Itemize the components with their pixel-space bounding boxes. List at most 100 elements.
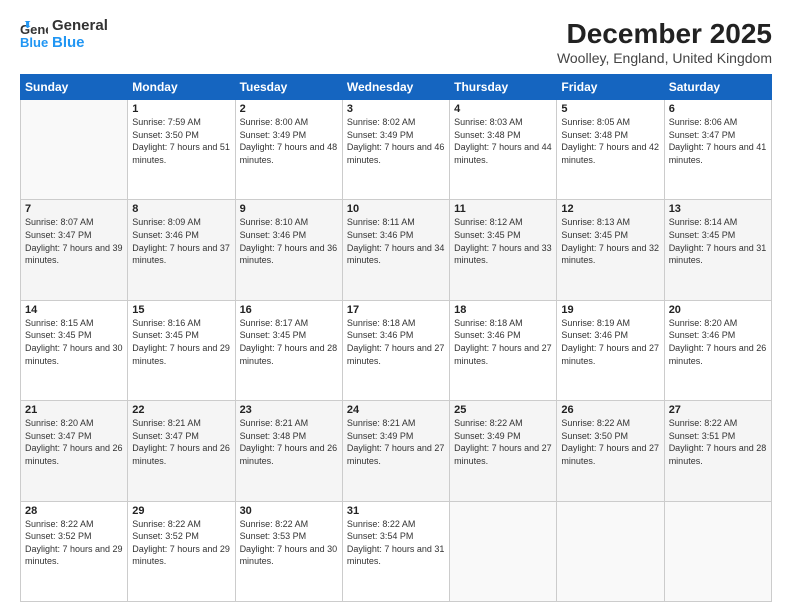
calendar-cell: 14Sunrise: 8:15 AMSunset: 3:45 PMDayligh…	[21, 300, 128, 400]
cell-info: Sunrise: 8:10 AMSunset: 3:46 PMDaylight:…	[240, 216, 338, 266]
day-number: 11	[454, 203, 552, 215]
day-number: 14	[25, 304, 123, 316]
header-day-sunday: Sunday	[21, 75, 128, 100]
cell-info: Sunrise: 8:14 AMSunset: 3:45 PMDaylight:…	[669, 216, 767, 266]
cell-info: Sunrise: 8:05 AMSunset: 3:48 PMDaylight:…	[561, 116, 659, 166]
cell-info: Sunrise: 8:03 AMSunset: 3:48 PMDaylight:…	[454, 116, 552, 166]
calendar-cell: 12Sunrise: 8:13 AMSunset: 3:45 PMDayligh…	[557, 200, 664, 300]
day-number: 1	[132, 103, 230, 115]
calendar-week-2: 14Sunrise: 8:15 AMSunset: 3:45 PMDayligh…	[21, 300, 772, 400]
calendar-week-1: 7Sunrise: 8:07 AMSunset: 3:47 PMDaylight…	[21, 200, 772, 300]
cell-info: Sunrise: 8:07 AMSunset: 3:47 PMDaylight:…	[25, 216, 123, 266]
cell-info: Sunrise: 8:02 AMSunset: 3:49 PMDaylight:…	[347, 116, 445, 166]
calendar-cell: 27Sunrise: 8:22 AMSunset: 3:51 PMDayligh…	[664, 401, 771, 501]
cell-info: Sunrise: 8:22 AMSunset: 3:50 PMDaylight:…	[561, 417, 659, 467]
calendar-cell: 5Sunrise: 8:05 AMSunset: 3:48 PMDaylight…	[557, 100, 664, 200]
logo: General Blue General Blue	[20, 18, 108, 51]
calendar-cell: 16Sunrise: 8:17 AMSunset: 3:45 PMDayligh…	[235, 300, 342, 400]
day-number: 3	[347, 103, 445, 115]
calendar-cell: 20Sunrise: 8:20 AMSunset: 3:46 PMDayligh…	[664, 300, 771, 400]
cell-info: Sunrise: 8:22 AMSunset: 3:52 PMDaylight:…	[25, 518, 123, 568]
calendar-cell: 7Sunrise: 8:07 AMSunset: 3:47 PMDaylight…	[21, 200, 128, 300]
calendar-table: SundayMondayTuesdayWednesdayThursdayFrid…	[20, 74, 772, 602]
calendar-cell: 1Sunrise: 7:59 AMSunset: 3:50 PMDaylight…	[128, 100, 235, 200]
calendar-cell: 26Sunrise: 8:22 AMSunset: 3:50 PMDayligh…	[557, 401, 664, 501]
day-number: 31	[347, 505, 445, 517]
main-title: December 2025	[557, 18, 772, 50]
cell-info: Sunrise: 8:21 AMSunset: 3:48 PMDaylight:…	[240, 417, 338, 467]
header-day-saturday: Saturday	[664, 75, 771, 100]
calendar-week-3: 21Sunrise: 8:20 AMSunset: 3:47 PMDayligh…	[21, 401, 772, 501]
cell-info: Sunrise: 8:18 AMSunset: 3:46 PMDaylight:…	[347, 317, 445, 367]
day-number: 17	[347, 304, 445, 316]
day-number: 24	[347, 404, 445, 416]
calendar-cell: 31Sunrise: 8:22 AMSunset: 3:54 PMDayligh…	[342, 501, 449, 601]
cell-info: Sunrise: 8:20 AMSunset: 3:47 PMDaylight:…	[25, 417, 123, 467]
calendar-cell: 25Sunrise: 8:22 AMSunset: 3:49 PMDayligh…	[450, 401, 557, 501]
header-day-thursday: Thursday	[450, 75, 557, 100]
calendar-cell: 10Sunrise: 8:11 AMSunset: 3:46 PMDayligh…	[342, 200, 449, 300]
cell-info: Sunrise: 8:17 AMSunset: 3:45 PMDaylight:…	[240, 317, 338, 367]
day-number: 23	[240, 404, 338, 416]
cell-info: Sunrise: 8:12 AMSunset: 3:45 PMDaylight:…	[454, 216, 552, 266]
day-number: 21	[25, 404, 123, 416]
logo-line2: Blue	[52, 35, 108, 52]
logo-icon: General Blue	[20, 21, 48, 49]
title-block: December 2025 Woolley, England, United K…	[557, 18, 772, 66]
calendar-cell: 21Sunrise: 8:20 AMSunset: 3:47 PMDayligh…	[21, 401, 128, 501]
calendar-cell: 24Sunrise: 8:21 AMSunset: 3:49 PMDayligh…	[342, 401, 449, 501]
day-number: 19	[561, 304, 659, 316]
calendar-cell: 28Sunrise: 8:22 AMSunset: 3:52 PMDayligh…	[21, 501, 128, 601]
subtitle: Woolley, England, United Kingdom	[557, 50, 772, 66]
day-number: 6	[669, 103, 767, 115]
day-number: 20	[669, 304, 767, 316]
calendar-cell	[664, 501, 771, 601]
calendar-cell: 13Sunrise: 8:14 AMSunset: 3:45 PMDayligh…	[664, 200, 771, 300]
day-number: 25	[454, 404, 552, 416]
calendar-cell	[21, 100, 128, 200]
calendar-cell: 2Sunrise: 8:00 AMSunset: 3:49 PMDaylight…	[235, 100, 342, 200]
calendar-cell: 8Sunrise: 8:09 AMSunset: 3:46 PMDaylight…	[128, 200, 235, 300]
calendar-cell: 6Sunrise: 8:06 AMSunset: 3:47 PMDaylight…	[664, 100, 771, 200]
page: General Blue General Blue December 2025 …	[0, 0, 792, 612]
cell-info: Sunrise: 8:06 AMSunset: 3:47 PMDaylight:…	[669, 116, 767, 166]
calendar-cell	[557, 501, 664, 601]
day-number: 13	[669, 203, 767, 215]
header-day-tuesday: Tuesday	[235, 75, 342, 100]
cell-info: Sunrise: 8:11 AMSunset: 3:46 PMDaylight:…	[347, 216, 445, 266]
cell-info: Sunrise: 8:22 AMSunset: 3:54 PMDaylight:…	[347, 518, 445, 568]
cell-info: Sunrise: 8:20 AMSunset: 3:46 PMDaylight:…	[669, 317, 767, 367]
calendar-cell: 23Sunrise: 8:21 AMSunset: 3:48 PMDayligh…	[235, 401, 342, 501]
calendar-cell: 15Sunrise: 8:16 AMSunset: 3:45 PMDayligh…	[128, 300, 235, 400]
header-day-wednesday: Wednesday	[342, 75, 449, 100]
logo-line1: General	[52, 18, 108, 35]
cell-info: Sunrise: 8:19 AMSunset: 3:46 PMDaylight:…	[561, 317, 659, 367]
calendar-header: SundayMondayTuesdayWednesdayThursdayFrid…	[21, 75, 772, 100]
logo-text: General Blue	[52, 18, 108, 51]
day-number: 9	[240, 203, 338, 215]
calendar-cell: 9Sunrise: 8:10 AMSunset: 3:46 PMDaylight…	[235, 200, 342, 300]
cell-info: Sunrise: 8:15 AMSunset: 3:45 PMDaylight:…	[25, 317, 123, 367]
calendar-cell: 30Sunrise: 8:22 AMSunset: 3:53 PMDayligh…	[235, 501, 342, 601]
calendar-cell	[450, 501, 557, 601]
calendar-cell: 22Sunrise: 8:21 AMSunset: 3:47 PMDayligh…	[128, 401, 235, 501]
calendar-cell: 3Sunrise: 8:02 AMSunset: 3:49 PMDaylight…	[342, 100, 449, 200]
calendar-body: 1Sunrise: 7:59 AMSunset: 3:50 PMDaylight…	[21, 100, 772, 602]
cell-info: Sunrise: 8:21 AMSunset: 3:47 PMDaylight:…	[132, 417, 230, 467]
calendar-cell: 19Sunrise: 8:19 AMSunset: 3:46 PMDayligh…	[557, 300, 664, 400]
cell-info: Sunrise: 8:13 AMSunset: 3:45 PMDaylight:…	[561, 216, 659, 266]
calendar-cell: 18Sunrise: 8:18 AMSunset: 3:46 PMDayligh…	[450, 300, 557, 400]
cell-info: Sunrise: 7:59 AMSunset: 3:50 PMDaylight:…	[132, 116, 230, 166]
day-number: 18	[454, 304, 552, 316]
day-number: 12	[561, 203, 659, 215]
day-number: 26	[561, 404, 659, 416]
cell-info: Sunrise: 8:00 AMSunset: 3:49 PMDaylight:…	[240, 116, 338, 166]
header: General Blue General Blue December 2025 …	[20, 18, 772, 66]
header-row: SundayMondayTuesdayWednesdayThursdayFrid…	[21, 75, 772, 100]
calendar-week-4: 28Sunrise: 8:22 AMSunset: 3:52 PMDayligh…	[21, 501, 772, 601]
calendar-cell: 29Sunrise: 8:22 AMSunset: 3:52 PMDayligh…	[128, 501, 235, 601]
day-number: 2	[240, 103, 338, 115]
cell-info: Sunrise: 8:22 AMSunset: 3:52 PMDaylight:…	[132, 518, 230, 568]
calendar-cell: 11Sunrise: 8:12 AMSunset: 3:45 PMDayligh…	[450, 200, 557, 300]
day-number: 30	[240, 505, 338, 517]
